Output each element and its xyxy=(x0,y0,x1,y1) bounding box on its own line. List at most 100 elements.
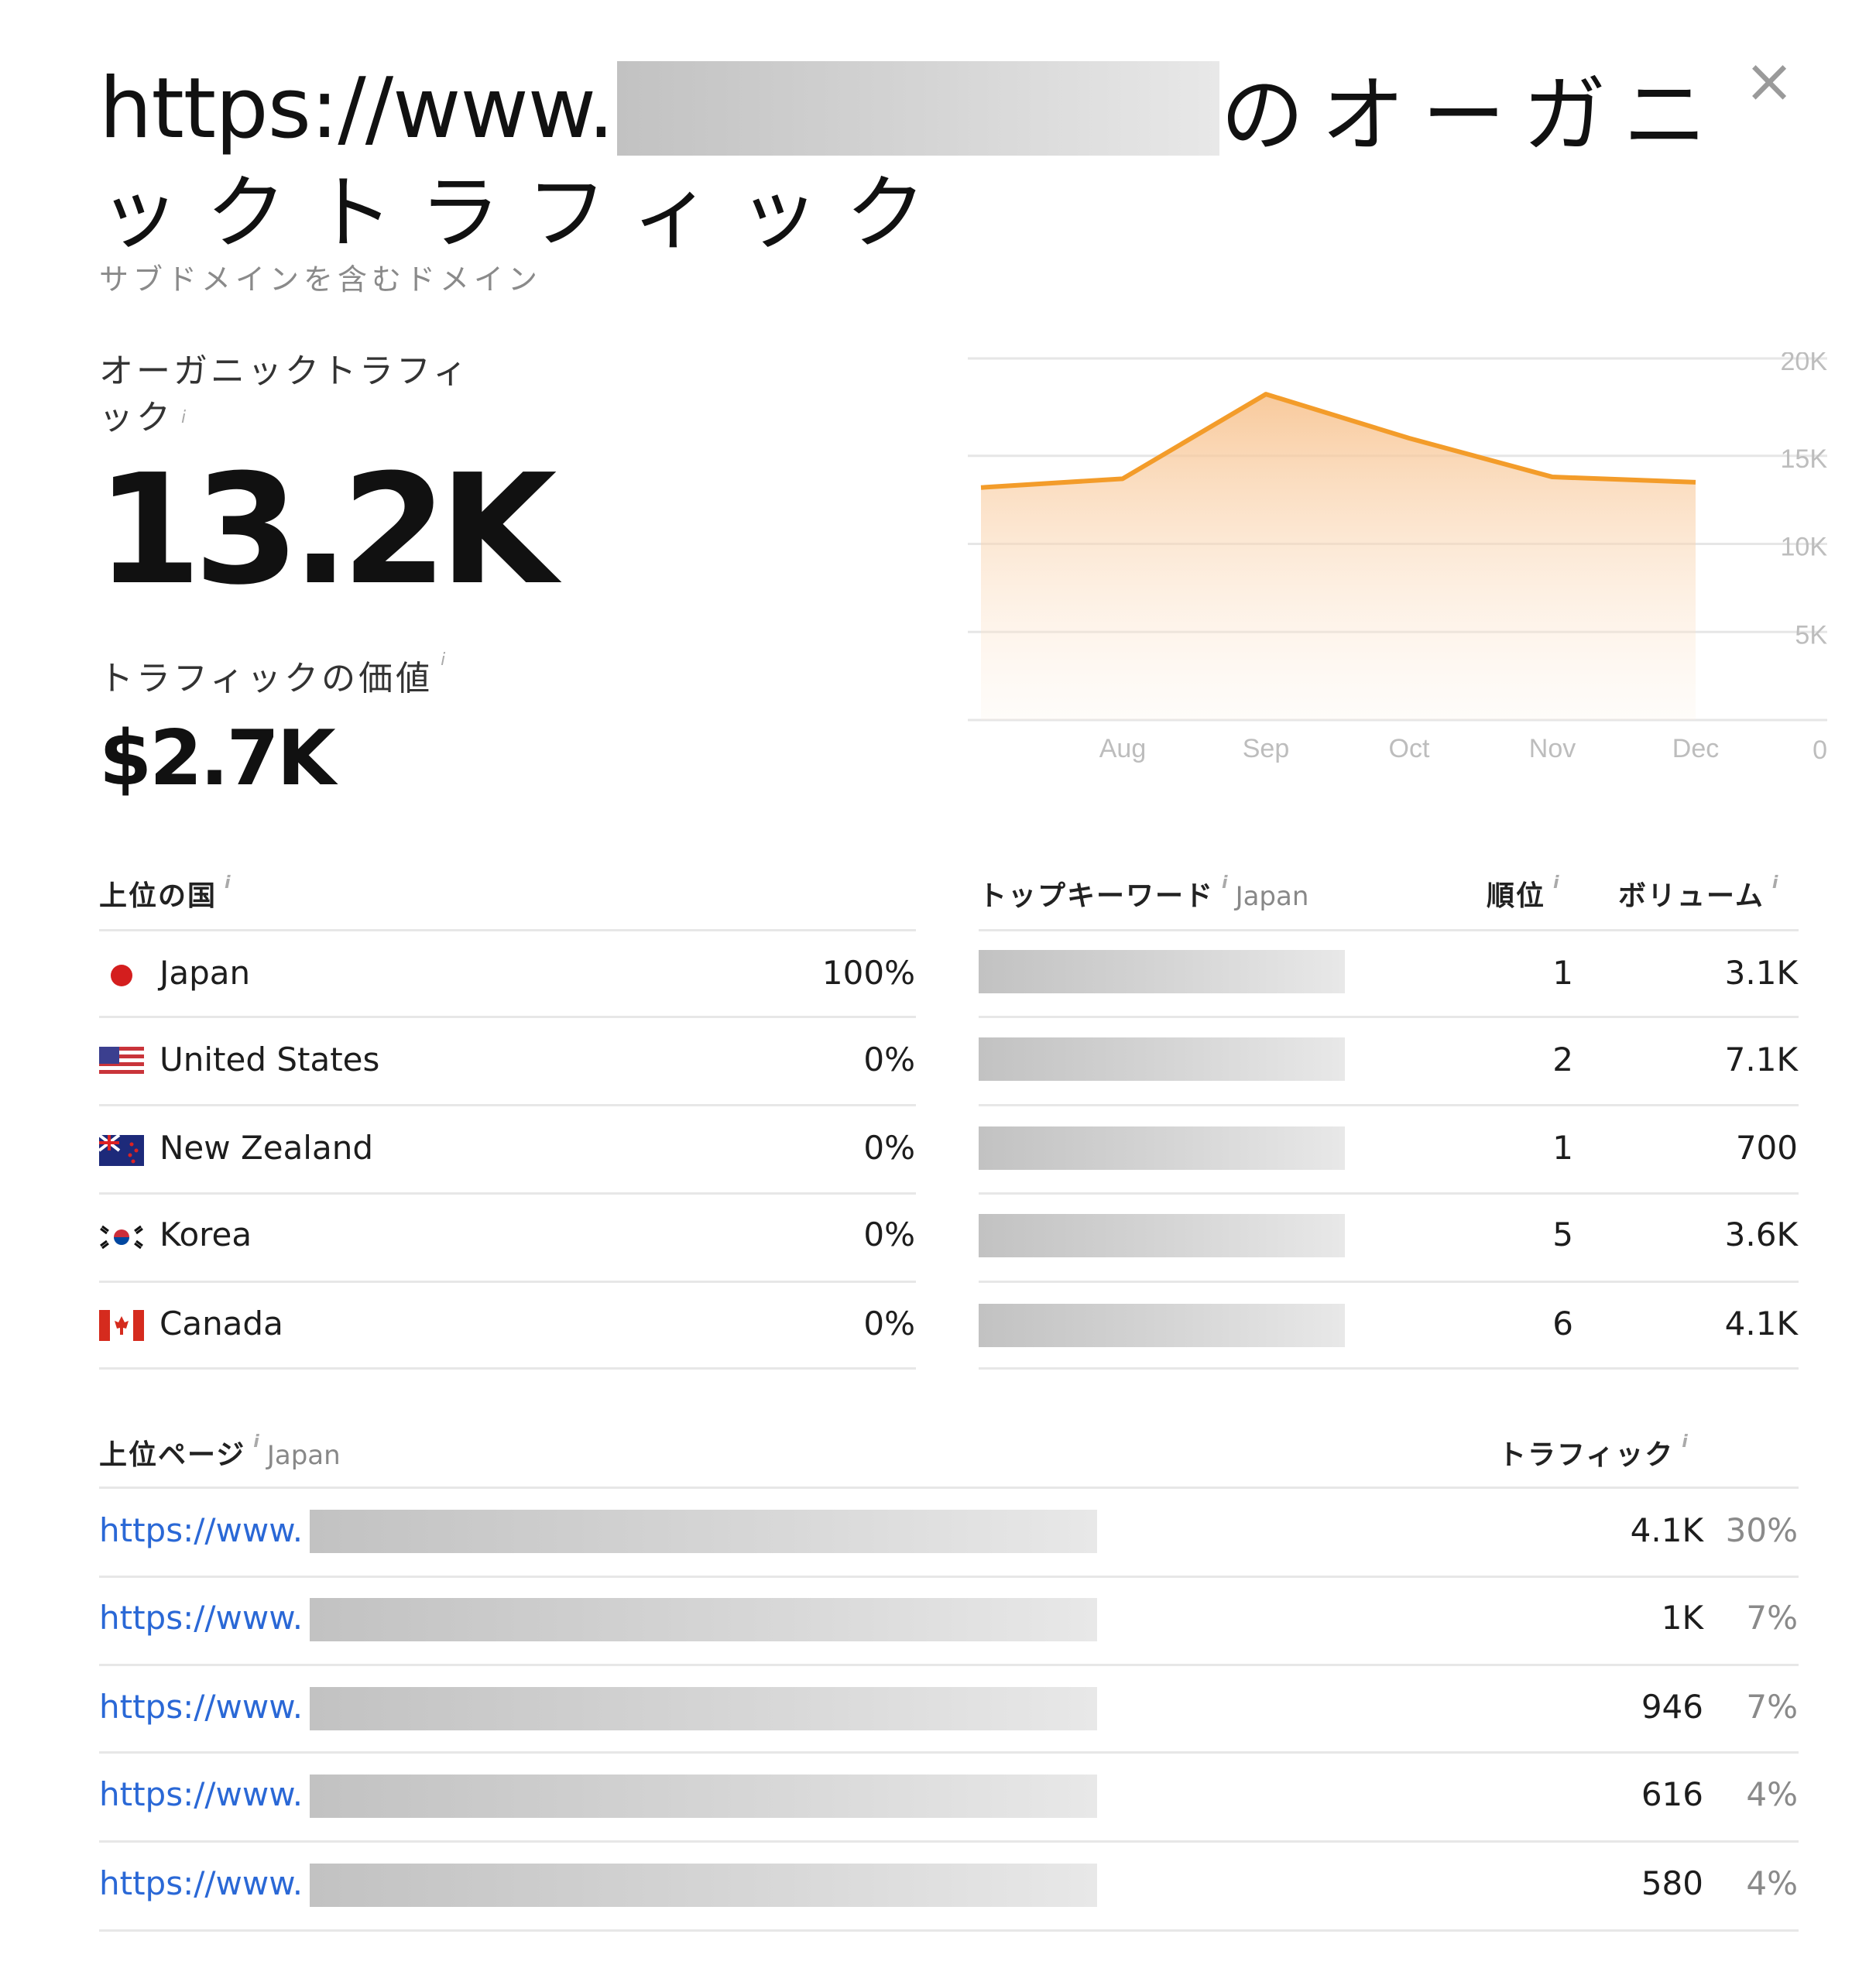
new-zealand-flag-icon xyxy=(99,1135,144,1166)
us-flag-icon xyxy=(99,1047,144,1078)
divider xyxy=(99,1486,1799,1489)
divider xyxy=(99,1367,916,1370)
page-traffic-share: 7% xyxy=(1746,1688,1798,1726)
volume-column-header-text: ボリューム xyxy=(1618,880,1765,912)
japan-flag-icon xyxy=(111,965,132,986)
traffic-value-label-text: トラフィックの価値 xyxy=(99,659,434,698)
close-icon[interactable]: × xyxy=(1742,51,1796,111)
divider xyxy=(979,1367,1799,1370)
page-url-link[interactable]: https://www. xyxy=(99,1775,303,1813)
page-traffic: 4.1K xyxy=(1630,1511,1703,1549)
page-subtitle: サブドメインを含むドメイン xyxy=(99,262,543,297)
page-title-continued: ックトラフィック xyxy=(99,166,952,260)
page-traffic-share: 4% xyxy=(1746,1775,1798,1813)
page-traffic-share: 4% xyxy=(1746,1864,1798,1902)
keywords-header-text: トップキーワード xyxy=(979,880,1215,912)
title-url-prefix: https://www. xyxy=(99,60,615,157)
country-name: New Zealand xyxy=(159,1129,373,1167)
divider xyxy=(979,1104,1799,1106)
traffic-value-amount: $2.7K xyxy=(99,715,336,803)
divider xyxy=(99,1929,1799,1932)
info-icon[interactable]: i xyxy=(441,650,448,670)
divider xyxy=(99,1664,1799,1666)
info-icon[interactable]: i xyxy=(253,1432,261,1452)
country-share: 0% xyxy=(863,1305,915,1342)
redacted-keyword xyxy=(979,1214,1345,1257)
page-url-link[interactable]: https://www. xyxy=(99,1864,303,1902)
redacted-keyword xyxy=(979,950,1345,993)
keywords-region: Japan xyxy=(1235,881,1309,912)
country-name: United States xyxy=(159,1041,380,1078)
country-share: 0% xyxy=(863,1129,915,1167)
traffic-value-label: トラフィックの価値 i xyxy=(99,650,448,700)
keyword-volume: 3.6K xyxy=(1724,1216,1798,1253)
page-url-link[interactable]: https://www. xyxy=(99,1599,303,1637)
divider xyxy=(99,1840,1799,1843)
traffic-column-header-text: トラフィック xyxy=(1498,1439,1675,1471)
page-url-link[interactable]: https://www. xyxy=(99,1688,303,1726)
pages-region: Japan xyxy=(266,1440,341,1471)
pages-header-text: 上位ページ xyxy=(99,1439,246,1471)
redacted-domain xyxy=(616,61,1219,156)
y-tick-label: 15K xyxy=(1781,444,1828,474)
divider xyxy=(979,929,1799,931)
keyword-rank: 1 xyxy=(1552,1129,1573,1167)
redacted-url xyxy=(310,1775,1097,1818)
country-name: Korea xyxy=(159,1216,252,1253)
divider xyxy=(99,1016,916,1018)
page-traffic: 1K xyxy=(1661,1599,1703,1637)
page-traffic: 580 xyxy=(1641,1864,1703,1902)
x-tick-label: Oct xyxy=(1389,734,1430,763)
divider xyxy=(979,1281,1799,1283)
keyword-volume: 7.1K xyxy=(1724,1041,1798,1078)
organic-traffic-label: オーガニックトラフィック i xyxy=(99,348,478,441)
countries-header-text: 上位の国 xyxy=(99,880,218,912)
info-icon[interactable]: i xyxy=(1682,1432,1689,1452)
y-tick-label: 0 xyxy=(1813,736,1827,765)
x-tick-label: Aug xyxy=(1099,734,1147,763)
info-icon[interactable]: i xyxy=(181,408,189,427)
redacted-url xyxy=(310,1510,1097,1553)
redacted-keyword xyxy=(979,1304,1345,1347)
page-url-link[interactable]: https://www. xyxy=(99,1511,303,1549)
info-icon[interactable]: i xyxy=(1222,873,1230,893)
divider xyxy=(99,1192,916,1195)
divider xyxy=(979,1192,1799,1195)
divider xyxy=(99,1576,1799,1578)
traffic-column-header: トラフィック i xyxy=(1498,1432,1689,1473)
info-icon[interactable]: i xyxy=(225,873,232,893)
info-icon[interactable]: i xyxy=(1553,873,1561,893)
page-traffic-share: 7% xyxy=(1746,1599,1798,1637)
country-name: Japan xyxy=(159,954,251,992)
country-share: 100% xyxy=(821,954,915,992)
pages-header: 上位ページ i Japan xyxy=(99,1432,341,1473)
keyword-rank: 6 xyxy=(1552,1305,1573,1342)
country-name: Canada xyxy=(159,1305,283,1342)
keyword-rank: 2 xyxy=(1552,1041,1573,1078)
keyword-rank: 1 xyxy=(1552,954,1573,992)
divider xyxy=(99,929,916,931)
keyword-volume: 4.1K xyxy=(1724,1305,1798,1342)
redacted-url xyxy=(310,1598,1097,1641)
page-traffic: 946 xyxy=(1641,1688,1703,1726)
y-tick-label: 10K xyxy=(1781,533,1828,562)
korea-flag-icon xyxy=(99,1222,144,1253)
organic-traffic-value: 13.2K xyxy=(96,442,557,619)
traffic-area-fill xyxy=(981,394,1696,720)
volume-column-header: ボリューム i xyxy=(1618,873,1779,914)
countries-header: 上位の国 i xyxy=(99,873,232,914)
keyword-volume: 3.1K xyxy=(1724,954,1798,992)
divider xyxy=(99,1751,1799,1754)
divider xyxy=(979,1016,1799,1018)
divider xyxy=(99,1281,916,1283)
page-traffic: 616 xyxy=(1641,1775,1703,1813)
redacted-url xyxy=(310,1864,1097,1907)
organic-traffic-label-text: オーガニックトラフィック xyxy=(99,351,471,437)
y-tick-label: 5K xyxy=(1795,620,1827,650)
redacted-keyword xyxy=(979,1037,1345,1081)
y-tick-label: 20K xyxy=(1781,352,1828,376)
redacted-url xyxy=(310,1687,1097,1730)
x-tick-label: Dec xyxy=(1672,734,1719,763)
info-icon[interactable]: i xyxy=(1772,873,1780,893)
keyword-rank: 5 xyxy=(1552,1216,1573,1253)
